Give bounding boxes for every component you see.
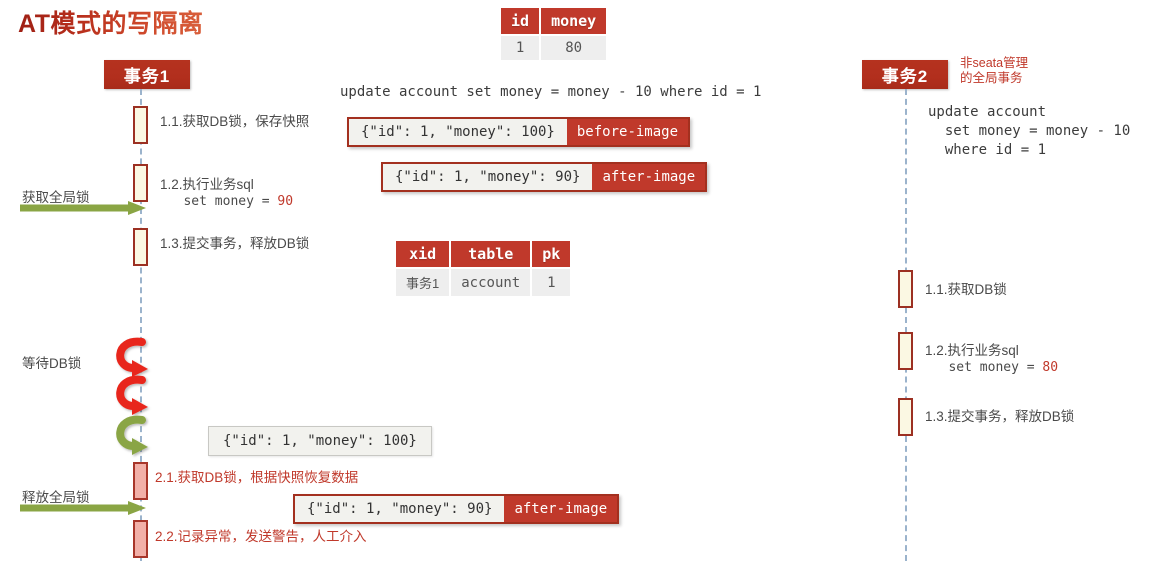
arrow-wait-db-lock-spiral bbox=[116, 337, 148, 455]
tx1-step-5-label: 2.2.记录异常，发送警告，人工介入 bbox=[155, 529, 367, 544]
activation-tx1-step3 bbox=[133, 228, 148, 266]
lock-table-header-xid: xid bbox=[396, 241, 450, 267]
lifeline-tx2 bbox=[905, 89, 907, 561]
page-title: AT模式的写隔离 bbox=[18, 4, 203, 40]
chip-before-image: {"id": 1, "money": 100} before-image bbox=[347, 117, 691, 147]
tx1-step-3-label: 1.3.提交事务，释放DB锁 bbox=[160, 236, 310, 251]
lock-table-cell-table: account bbox=[451, 269, 531, 296]
tx1-step-2: 1.2.执行业务sql set money = 90 bbox=[160, 176, 293, 210]
lock-table-header-pk: pk bbox=[532, 241, 571, 267]
actor-tx2-label: 事务2 bbox=[881, 67, 929, 86]
arrow-acquire-global-lock bbox=[20, 201, 146, 215]
tx2-step-1-label: 1.1.获取DB锁 bbox=[925, 282, 1007, 297]
actor-tx1: 事务1 bbox=[104, 60, 190, 89]
tx1-step-2-sub: set money = 90 bbox=[160, 193, 293, 210]
tx1-step-2-sub-value: 90 bbox=[277, 194, 294, 209]
chip-after-image-2-json: {"id": 1, "money": 90} bbox=[295, 496, 505, 522]
activation-tx2-step1 bbox=[898, 270, 913, 308]
lock-table: xid table pk 事务1 account 1 bbox=[394, 239, 572, 298]
tx2-step-2-sub: set money = 80 bbox=[925, 359, 1058, 376]
activation-tx1-step4 bbox=[133, 462, 148, 500]
tx1-step-2-sub-prefix: set money = bbox=[160, 194, 278, 209]
chip-after-image-2: {"id": 1, "money": 90} after-image bbox=[293, 494, 620, 524]
table-row: 事务1 account 1 bbox=[396, 269, 571, 296]
actor-tx2: 事务2 bbox=[862, 60, 948, 89]
chip-after-image-1-json: {"id": 1, "money": 90} bbox=[383, 164, 593, 190]
lock-table-cell-pk: 1 bbox=[532, 269, 571, 296]
lock-table-header-table: table bbox=[451, 241, 531, 267]
arrow-label-wait-db-lock: 等待DB锁 bbox=[22, 356, 82, 371]
chip-after-image-2-tag: after-image bbox=[514, 501, 608, 517]
tx2-step-2-sub-value: 80 bbox=[1042, 360, 1059, 375]
actor-tx1-label: 事务1 bbox=[123, 67, 171, 86]
tx2-step-2-sub-prefix: set money = bbox=[925, 360, 1043, 375]
tx2-sql: update account set money = money - 10 wh… bbox=[928, 104, 1131, 158]
tx1-step-1-label: 1.1.获取DB锁，保存快照 bbox=[160, 114, 310, 129]
table-row: 1 80 bbox=[501, 36, 607, 60]
activation-tx1-step5 bbox=[133, 520, 148, 558]
account-table-header-money: money bbox=[541, 8, 607, 34]
chip-after-image-1: {"id": 1, "money": 90} after-image bbox=[381, 162, 708, 192]
chip-after-image-1-tag: after-image bbox=[602, 169, 696, 185]
tx2-step-2-label: 1.2.执行业务sql bbox=[925, 343, 1019, 358]
lock-table-cell-xid: 事务1 bbox=[396, 269, 450, 296]
tx2-step-2: 1.2.执行业务sql set money = 80 bbox=[925, 342, 1058, 376]
chip-before-image-json: {"id": 1, "money": 100} bbox=[349, 119, 567, 145]
arrow-release-global-lock bbox=[20, 501, 146, 515]
tx2-note: 非seata管理 的全局事务 bbox=[960, 56, 1029, 85]
tx1-step-2-label: 1.2.执行业务sql bbox=[160, 177, 254, 192]
tx1-sql: update account set money = money - 10 wh… bbox=[340, 84, 762, 100]
activation-tx1-step1 bbox=[133, 106, 148, 144]
tx2-step-3-label: 1.3.提交事务，释放DB锁 bbox=[925, 409, 1075, 424]
account-table: id money 1 80 bbox=[499, 6, 608, 62]
account-table-cell-money: 80 bbox=[541, 36, 607, 60]
chip-before-image-tag: before-image bbox=[576, 124, 679, 140]
account-table-header-id: id bbox=[501, 8, 540, 34]
activation-tx2-step3 bbox=[898, 398, 913, 436]
snapshot-plain-box: {"id": 1, "money": 100} bbox=[208, 426, 432, 456]
account-table-cell-id: 1 bbox=[501, 36, 540, 60]
activation-tx2-step2 bbox=[898, 332, 913, 370]
activation-tx1-step2 bbox=[133, 164, 148, 202]
tx1-step-4-label: 2.1.获取DB锁，根据快照恢复数据 bbox=[155, 470, 359, 485]
